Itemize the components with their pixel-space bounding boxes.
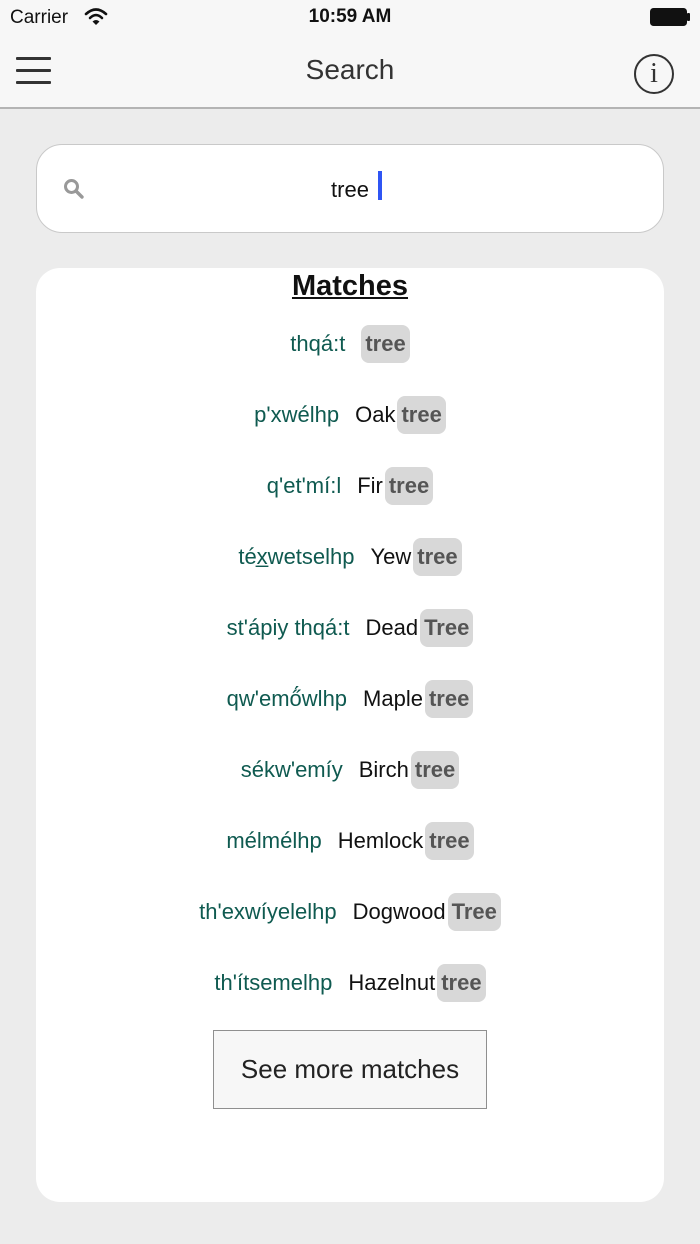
result-word: p'xwélhp — [254, 402, 340, 427]
result-prefix: Birch — [358, 757, 409, 782]
result-word: th'ítsemelhp — [214, 970, 333, 995]
result-word: st'ápiy thqá:t — [226, 615, 350, 640]
status-time: 10:59 AM — [308, 6, 392, 27]
result-prefix: Oak — [355, 402, 396, 427]
result-match-highlight: tree — [425, 822, 474, 860]
result-match-highlight: tree — [424, 680, 474, 718]
result-row[interactable]: sékw'emíy Birch tree — [36, 751, 664, 822]
result-row[interactable]: th'exwíyelelhp Dogwood Tree — [36, 893, 664, 964]
result-row[interactable]: téx̲wetselhp Yew tree — [36, 538, 664, 609]
info-icon[interactable]: i — [634, 54, 674, 94]
result-row[interactable]: qw'emő́wlhp Maple tree — [36, 680, 664, 751]
result-match-highlight: Tree — [420, 609, 474, 647]
result-match-highlight: tree — [397, 396, 446, 434]
result-word: thqá:t — [290, 331, 346, 356]
result-match-highlight: Tree — [447, 893, 501, 931]
result-match-highlight: tree — [361, 325, 410, 363]
see-more-matches-button[interactable]: See more matches — [213, 1030, 487, 1109]
search-input[interactable] — [99, 168, 601, 212]
result-prefix: Hazelnut — [348, 970, 436, 995]
result-row[interactable]: st'ápiy thqá:t Dead Tree — [36, 609, 664, 680]
result-word: qw'emő́wlhp — [226, 686, 348, 711]
result-word: sékw'emíy — [240, 757, 343, 782]
result-match-highlight: tree — [437, 964, 486, 1002]
result-prefix: Fir — [357, 473, 383, 498]
result-row[interactable]: p'xwélhp Oak tree — [36, 396, 664, 467]
result-match-highlight: tree — [410, 751, 460, 789]
page-title: Search — [305, 54, 395, 85]
result-prefix: Dogwood — [352, 899, 446, 924]
text-cursor — [378, 171, 382, 200]
result-list: thqá:t tree p'xwélhp Oak tree q'et'mí:l … — [36, 325, 664, 1035]
navigation-bar: Search i — [0, 36, 700, 109]
result-match-highlight: tree — [384, 467, 434, 505]
search-icon — [64, 179, 84, 199]
result-row[interactable]: mélmélhp Hemlock tree — [36, 822, 664, 893]
result-word: q'et'mí:l — [266, 473, 342, 498]
result-match-highlight: tree — [413, 538, 462, 576]
result-prefix: Yew — [370, 544, 412, 569]
result-word: mélmélhp — [226, 828, 322, 853]
result-row[interactable]: q'et'mí:l Fir tree — [36, 467, 664, 538]
results-title: Matches — [291, 270, 409, 302]
result-word: téx̲wetselhp — [238, 544, 355, 569]
status-bar: Carrier 10:59 AM — [0, 0, 700, 36]
result-prefix: Dead — [365, 615, 419, 640]
search-bar[interactable] — [36, 144, 664, 233]
result-row[interactable]: thqá:t tree — [36, 325, 664, 396]
result-prefix: Hemlock — [337, 828, 424, 853]
result-word: th'exwíyelelhp — [199, 899, 337, 924]
result-prefix: Maple — [363, 686, 423, 711]
result-row[interactable]: th'ítsemelhp Hazelnut tree — [36, 964, 664, 1035]
battery-icon — [650, 8, 690, 26]
results-card: Matches thqá:t tree p'xwélhp Oak tree q'… — [36, 268, 664, 1202]
